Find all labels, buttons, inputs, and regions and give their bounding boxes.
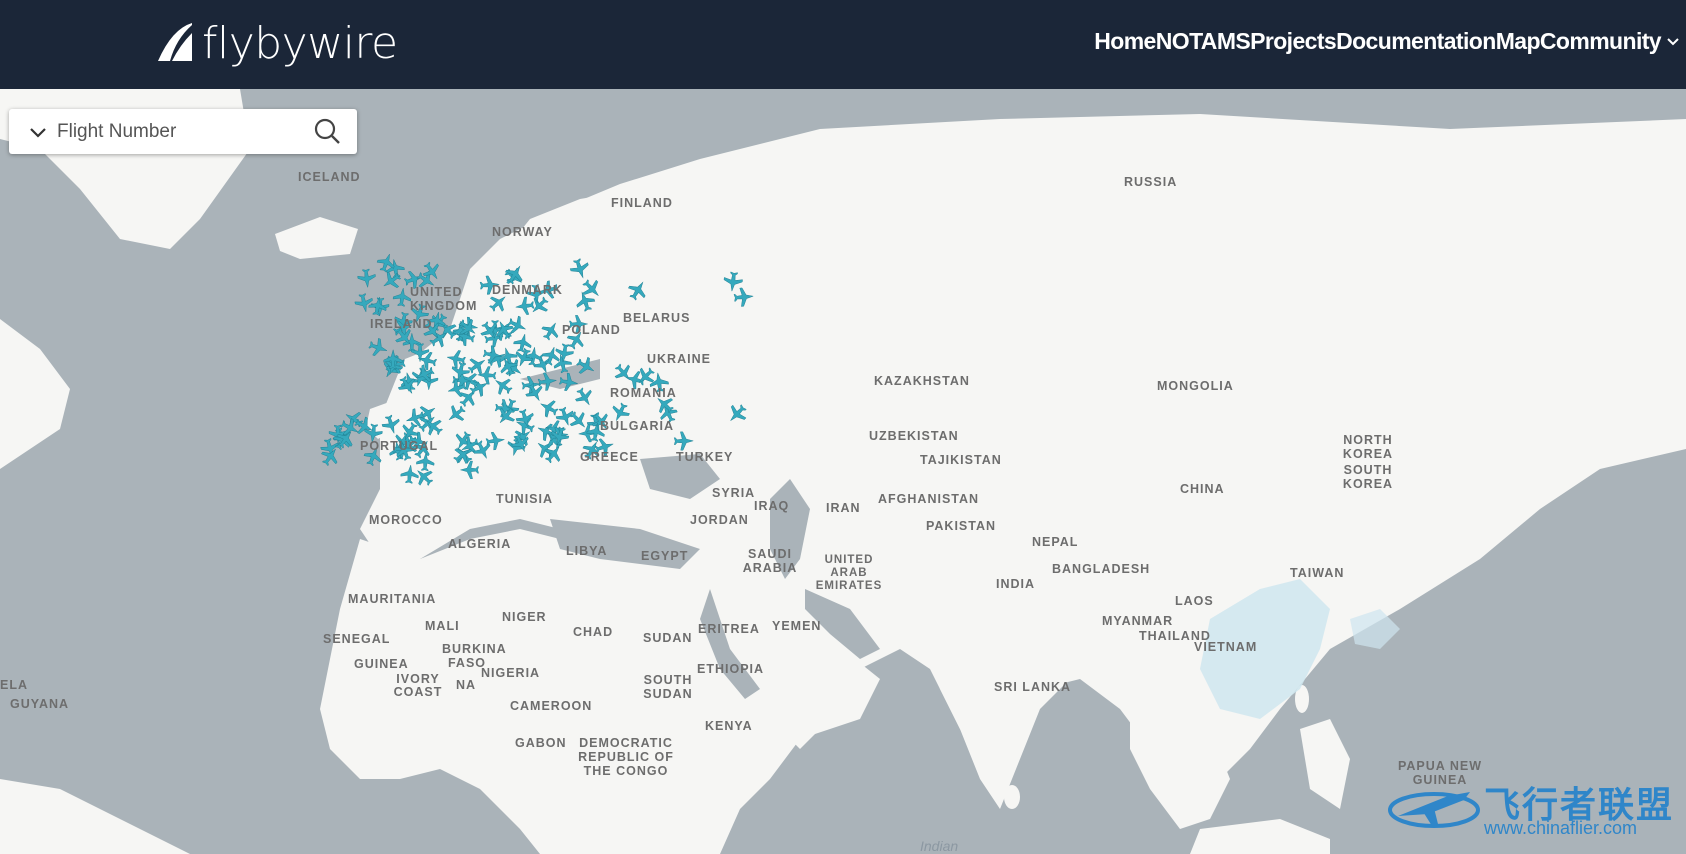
- top-navigation-bar: flybywire Home NOTAMS Projects Documenta…: [0, 0, 1686, 89]
- label-china: CHINA: [1180, 482, 1225, 496]
- label-eritrea: ERITREA: [698, 622, 760, 636]
- label-myanmar: MYANMAR: [1102, 614, 1174, 628]
- label-iceland: ICELAND: [298, 170, 361, 184]
- label-tunisia: TUNISIA: [496, 492, 553, 506]
- label-afghanistan: AFGHANISTAN: [878, 492, 980, 506]
- flight-search-box: [9, 109, 357, 154]
- label-finland: FINLAND: [611, 196, 673, 210]
- label-indian-ocean: Indian: [920, 838, 959, 854]
- flybywire-logo[interactable]: flybywire: [156, 14, 398, 72]
- label-mali: MALI: [425, 619, 460, 633]
- label-saudi-arabia: SAUDI ARABIA: [742, 547, 798, 575]
- label-pakistan: PAKISTAN: [926, 519, 997, 533]
- live-flight-map[interactable]: ICELAND FINLAND NORWAY RUSSIA BELARUS UK…: [0, 89, 1686, 854]
- label-portugal: PORTUGAL: [360, 439, 439, 453]
- label-turkey: TURKEY: [676, 450, 734, 464]
- nav-map[interactable]: Map: [1496, 28, 1541, 55]
- label-yemen: YEMEN: [772, 619, 822, 633]
- label-tajikistan: TAJIKISTAN: [920, 453, 1002, 467]
- label-egypt: EGYPT: [641, 549, 689, 563]
- nav-notams[interactable]: NOTAMS: [1156, 28, 1251, 55]
- label-venezuela: ELA: [0, 678, 28, 692]
- search-icon[interactable]: [313, 117, 341, 145]
- nav-documentation[interactable]: Documentation: [1336, 28, 1496, 55]
- nav-community[interactable]: Community: [1540, 28, 1662, 55]
- label-bulgaria: BULGARIA: [600, 419, 674, 433]
- main-nav: Home NOTAMS Projects Documentation Map C…: [1094, 28, 1680, 55]
- nav-projects[interactable]: Projects: [1250, 28, 1337, 55]
- label-ukraine: UKRAINE: [647, 352, 711, 366]
- label-sri-lanka: SRI LANKA: [994, 680, 1072, 694]
- label-senegal: SENEGAL: [323, 632, 391, 646]
- label-kazakhstan: KAZAKHSTAN: [874, 374, 970, 388]
- label-belarus: BELARUS: [623, 311, 691, 325]
- label-poland: POLAND: [562, 323, 621, 337]
- map-background: [0, 89, 1686, 854]
- label-iraq: IRAQ: [754, 499, 790, 513]
- label-vietnam: VIETNAM: [1194, 640, 1258, 654]
- label-guinea: GUINEA: [354, 657, 409, 671]
- watermark-url: www.chinaflier.com: [1484, 818, 1638, 838]
- label-cameroon: CAMEROON: [510, 699, 593, 713]
- label-north-korea: NORTH KOREA: [1342, 433, 1394, 461]
- label-ghana: NA: [456, 678, 477, 692]
- label-greece: GREECE: [580, 450, 639, 464]
- label-romania: ROMANIA: [610, 386, 677, 400]
- label-uzbekistan: UZBEKISTAN: [869, 429, 959, 443]
- label-mauritania: MAURITANIA: [348, 592, 437, 606]
- label-chad: CHAD: [573, 625, 614, 639]
- label-syria: SYRIA: [712, 486, 756, 500]
- label-south-korea: SOUTH KOREA: [1342, 463, 1394, 491]
- label-gabon: GABON: [515, 736, 567, 750]
- chevron-down-icon[interactable]: [27, 121, 49, 143]
- label-iran: IRAN: [826, 501, 861, 515]
- label-libya: LIBYA: [566, 544, 608, 558]
- label-ethiopia: ETHIOPIA: [697, 662, 765, 676]
- flybywire-tail-icon: [158, 23, 192, 61]
- label-kenya: KENYA: [705, 719, 753, 733]
- label-russia: RUSSIA: [1124, 175, 1178, 189]
- label-niger: NIGER: [502, 610, 547, 624]
- label-algeria: ALGERIA: [448, 537, 512, 551]
- label-jordan: JORDAN: [690, 513, 749, 527]
- label-norway: NORWAY: [492, 225, 553, 239]
- label-ireland: IRELAND: [370, 317, 433, 331]
- label-mongolia: MONGOLIA: [1157, 379, 1234, 393]
- label-laos: LAOS: [1175, 594, 1214, 608]
- label-drc: DEMOCRATIC REPUBLIC OF THE CONGO: [578, 736, 674, 778]
- chevron-down-icon[interactable]: [1666, 35, 1680, 49]
- label-taiwan: TAIWAN: [1290, 566, 1345, 580]
- chinaflier-watermark: 飞行者联盟 www.chinaflier.com: [1384, 770, 1684, 850]
- flight-number-input[interactable]: [57, 120, 297, 143]
- label-denmark: DENMARK: [492, 283, 563, 297]
- label-south-sudan: SOUTH SUDAN: [643, 673, 693, 701]
- label-nepal: NEPAL: [1032, 535, 1079, 549]
- nav-home[interactable]: Home: [1094, 28, 1156, 55]
- label-uae: UNITED ARAB EMIRATES: [815, 554, 883, 592]
- brand-name: flybywire: [202, 17, 398, 69]
- label-nigeria: NIGERIA: [481, 666, 541, 680]
- label-ivory-coast: IVORY COAST: [393, 672, 443, 699]
- label-sudan: SUDAN: [643, 631, 693, 645]
- label-united-kingdom: UNITED KINGDOM: [410, 285, 478, 313]
- chinaflier-logo-icon: [1388, 792, 1480, 828]
- label-guyana: GUYANA: [10, 697, 70, 711]
- label-india: INDIA: [996, 577, 1036, 591]
- label-morocco: MOROCCO: [369, 513, 443, 527]
- label-bangladesh: BANGLADESH: [1052, 562, 1151, 576]
